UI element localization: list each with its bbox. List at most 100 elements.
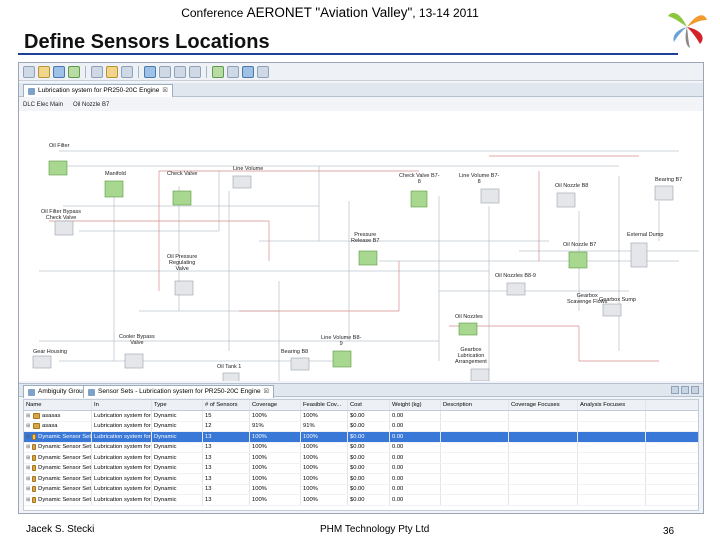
column-header[interactable]: Coverage Focuses: [509, 400, 578, 410]
tab-sensor-sets[interactable]: Sensor Sets - Lubrication system for PR2…: [83, 385, 274, 398]
menu-icon[interactable]: [691, 386, 699, 394]
zoom-icon[interactable]: [144, 65, 156, 78]
sensor-set-icon: [33, 412, 40, 419]
cell-text: 100%: [252, 412, 267, 419]
column-header[interactable]: In: [92, 400, 152, 410]
system-diagram-canvas[interactable]: Oil Filter Manifold Check Valve Line Vol…: [19, 111, 703, 381]
maximize-icon[interactable]: [681, 386, 689, 394]
cell-text: 13: [205, 486, 212, 493]
new-icon[interactable]: [23, 65, 35, 78]
table-cell: 13: [203, 484, 250, 494]
editor-tab[interactable]: Lubrication system for PR250-20C Engine …: [23, 84, 173, 97]
table-cell: [441, 463, 509, 473]
tree-expander-icon[interactable]: ⊞: [26, 464, 30, 474]
cell-text: Dynamic: [154, 444, 177, 451]
open-icon[interactable]: [38, 65, 50, 78]
column-header[interactable]: Name: [24, 400, 92, 410]
cell-text: 100%: [303, 454, 318, 461]
node-gear-housing: [32, 355, 52, 369]
run-icon[interactable]: [68, 65, 80, 78]
table-row[interactable]: ⊞ Dynamic Sensor Set Lubrication system fo…: [24, 432, 698, 443]
table-cell: 0.00: [390, 453, 441, 463]
print-icon[interactable]: [257, 65, 269, 78]
sensor-icon[interactable]: [212, 65, 224, 78]
tree-expander-icon[interactable]: ⊞: [26, 443, 30, 453]
column-header[interactable]: Weight (kg): [390, 400, 441, 410]
cell-text: 12: [205, 423, 212, 430]
node-label: Oil Nozzle B8: [555, 183, 589, 189]
redo-icon[interactable]: [121, 65, 133, 78]
node-label: Pressure Release B7: [351, 232, 380, 244]
table-cell: [441, 484, 509, 494]
column-header[interactable]: Analysis Focuses: [578, 400, 646, 410]
table-row[interactable]: ⊞ asasas Lubrication system for PR25...Dyn…: [24, 411, 698, 422]
node-cooler-bypass-valve: [124, 353, 144, 369]
cell-text: Dynamic: [154, 423, 177, 430]
node-label: Gearbox Lubrication Arrangement: [455, 347, 487, 365]
table-row[interactable]: ⊞ Dynamic Sensor Set Lubrication system fo…: [24, 495, 698, 506]
table-cell: [509, 411, 578, 421]
table-row[interactable]: ⊞ Dynamic Sensor Set Lubrication system fo…: [24, 474, 698, 485]
column-header[interactable]: Description: [441, 400, 509, 410]
title-underline: [18, 53, 678, 55]
undo-icon[interactable]: [106, 65, 118, 78]
tree-expander-icon[interactable]: ⊞: [26, 474, 30, 484]
table-cell: 100%: [301, 453, 348, 463]
table-cell: Dynamic: [152, 453, 203, 463]
minimize-icon[interactable]: [671, 386, 679, 394]
table-row[interactable]: ⊞ Dynamic Sensor Set Lubrication system fo…: [24, 463, 698, 474]
save-icon[interactable]: [53, 65, 65, 78]
table-cell: Lubrication system for PR25...: [92, 411, 152, 421]
table-cell: 100%: [301, 432, 348, 442]
tree-expander-icon[interactable]: ⊞: [26, 495, 30, 505]
grid-icon[interactable]: [159, 65, 171, 78]
sensor-set-icon: [88, 388, 95, 396]
tree-expander-icon[interactable]: ⊞: [26, 453, 30, 463]
close-icon[interactable]: ☒: [264, 386, 269, 398]
node-oil-filter-bypass-valve: [54, 220, 74, 236]
table-cell: 0.00: [390, 495, 441, 505]
connector-icon[interactable]: [189, 65, 201, 78]
table-cell: ⊞ Dynamic Sensor Set: [24, 474, 92, 484]
layout-icon[interactable]: [227, 65, 239, 78]
node-bearing-b7: [654, 185, 674, 201]
table-cell: 91%: [250, 421, 301, 431]
conference-date: , 13-14 2011: [412, 6, 479, 20]
tree-expander-icon[interactable]: ⊞: [26, 432, 30, 442]
cell-text: 0.00: [392, 454, 404, 461]
tree-expander-icon[interactable]: ⊞: [26, 485, 30, 495]
column-header[interactable]: Cost: [348, 400, 390, 410]
properties-icon[interactable]: [242, 65, 254, 78]
cell-text: 0.00: [392, 433, 404, 440]
table-row[interactable]: ⊞ asasa Lubrication system for PR25...Dyna…: [24, 421, 698, 432]
cell-text: 100%: [252, 465, 267, 472]
column-header[interactable]: Type: [152, 400, 203, 410]
cell-text: 13: [205, 465, 212, 472]
node-line-volume: [232, 175, 252, 189]
table-cell: Dynamic: [152, 474, 203, 484]
table-cell: 100%: [301, 484, 348, 494]
column-header[interactable]: Coverage: [250, 400, 301, 410]
table-cell: Dynamic: [152, 421, 203, 431]
column-header[interactable]: # of Sensors: [203, 400, 250, 410]
tree-expander-icon[interactable]: ⊞: [26, 411, 31, 421]
close-icon[interactable]: ☒: [162, 85, 167, 97]
cell-text: 100%: [303, 496, 318, 503]
table-row[interactable]: ⊞ Dynamic Sensor Set Lubrication system fo…: [24, 453, 698, 464]
cell-text: Dynamic: [154, 433, 177, 440]
table-cell: $0.00: [348, 463, 390, 473]
table-cell: [441, 442, 509, 452]
table-row[interactable]: ⊞ Dynamic Sensor Set Lubrication system fo…: [24, 442, 698, 453]
align-icon[interactable]: [174, 65, 186, 78]
table-cell: Dynamic: [152, 442, 203, 452]
table-cell: ⊞ Dynamic Sensor Set: [24, 453, 92, 463]
tree-expander-icon[interactable]: ⊞: [26, 422, 31, 432]
table-cell: 100%: [250, 411, 301, 421]
table-cell: 100%: [250, 484, 301, 494]
table-row[interactable]: ⊞ Dynamic Sensor Set Lubrication system fo…: [24, 484, 698, 495]
cut-icon[interactable]: [91, 65, 103, 78]
breadcrumb-item[interactable]: Oil Nozzle B7: [73, 99, 109, 111]
column-header[interactable]: Feasible Cov...: [301, 400, 348, 410]
sensor-set-icon: [32, 444, 37, 451]
breadcrumb-item[interactable]: DLC Elec Main: [23, 99, 63, 111]
